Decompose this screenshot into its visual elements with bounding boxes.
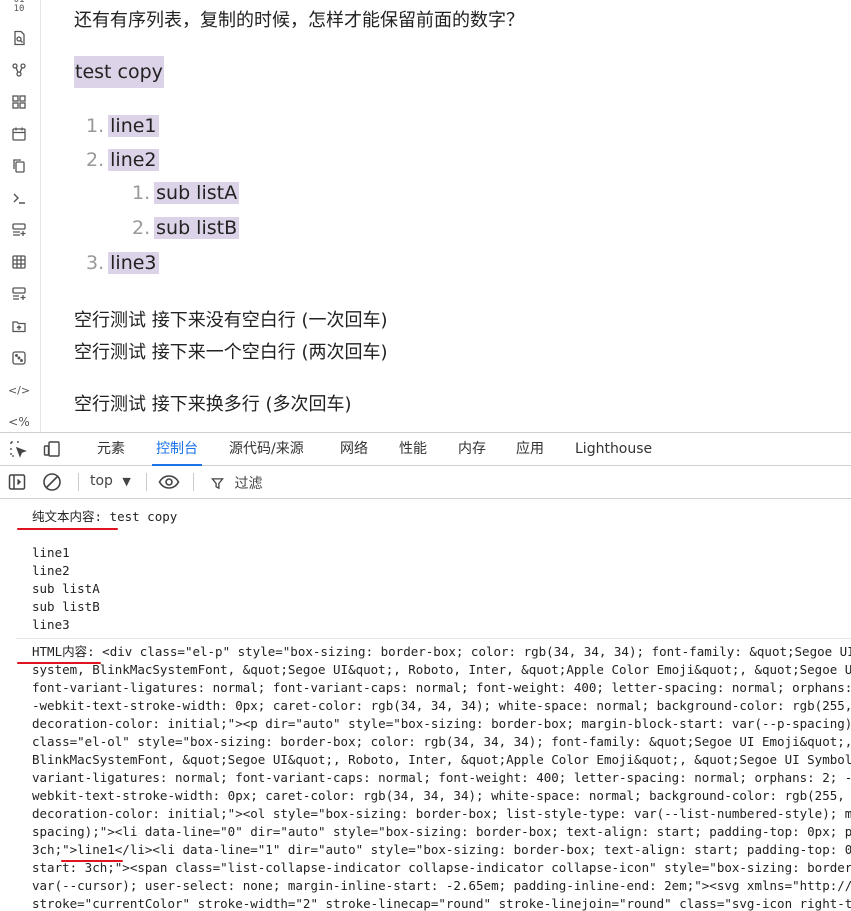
devtools-panel: 元素 控制台 源代码/来源 网络 性能 内存 应用 Lighthouse top… [0, 432, 851, 911]
html-line: system, BlinkMacSystemFont, &quot;Segoe … [32, 662, 851, 677]
html-line: webkit-text-stroke-width: 0px; caret-col… [32, 788, 851, 803]
terminal-icon[interactable] [10, 189, 28, 207]
html-line: var(--cursor); user-select: none; margin… [32, 878, 851, 893]
tab-performance[interactable]: 性能 [399, 433, 427, 465]
calendar-icon[interactable] [10, 125, 28, 143]
list-item: 1. line1 [86, 110, 159, 142]
html-line: 3ch;">line1</li><li data-line="1" dir="a… [32, 842, 851, 857]
plain-text-label: 纯文本内容: [32, 509, 103, 524]
list-item: 3. line3 [86, 247, 159, 279]
file-search-icon[interactable] [10, 29, 28, 47]
list-text: line1 [108, 115, 159, 137]
list-item: 2. line2 [86, 144, 159, 176]
console-toolbar: top ▼ 过滤 [0, 466, 851, 499]
tab-sources[interactable]: 源代码/来源 [229, 433, 304, 465]
context-selector[interactable]: top ▼ [90, 473, 131, 489]
empty-line-test-2: 空行测试 接下来一个空白行 (两次回车) [74, 342, 388, 363]
toolbar-divider [193, 473, 194, 491]
insert-below-icon[interactable] [10, 221, 28, 239]
plain-line: sub listB [32, 599, 100, 614]
html-line: class="el-ol" style="box-sizing: border-… [32, 734, 851, 749]
list-number: 3. [86, 252, 105, 274]
tab-memory[interactable]: 内存 [458, 433, 486, 465]
html-line: -webkit-text-stroke-width: 0px; caret-co… [32, 698, 851, 713]
list-text: line2 [108, 149, 159, 171]
list-text: line3 [108, 252, 159, 274]
live-expression-eye-icon[interactable] [158, 472, 180, 496]
device-toolbar-icon[interactable] [43, 440, 61, 458]
tab-network[interactable]: 网络 [340, 433, 368, 465]
tab-lighthouse[interactable]: Lighthouse [575, 433, 652, 465]
toolbar-divider [146, 473, 147, 491]
list-number: 2. [132, 217, 151, 239]
graph-icon[interactable] [10, 61, 28, 79]
empty-line-test-1: 空行测试 接下来没有空白行 (一次回车) [74, 310, 388, 331]
list-number: 1. [86, 115, 105, 137]
dice-icon[interactable] [10, 349, 28, 367]
toolbar-divider [78, 473, 79, 491]
html-line: decoration-color: initial;"><p dir="auto… [32, 716, 851, 731]
empty-line-test-3: 空行测试 接下来换多行 (多次回车) [74, 394, 352, 415]
filter-input[interactable]: 过滤 [211, 473, 262, 494]
question-text: 还有有序列表，复制的时候，怎样才能保留前面的数字？ [74, 10, 524, 31]
html-line: stroke="currentColor" stroke-width="2" s… [32, 896, 851, 911]
left-ribbon: 01 10 </> <% [0, 0, 41, 432]
list-text: sub listA [154, 182, 240, 204]
list-number: 1. [132, 182, 151, 204]
apps-icon[interactable] [10, 93, 28, 111]
console-message-html: HTML内容: <div class="el-p" style="box-siz… [32, 643, 851, 661]
insert-block-icon[interactable] [10, 285, 28, 303]
plain-line: sub listA [32, 581, 100, 596]
html-content-label: HTML内容: [32, 644, 95, 659]
plain-line: line3 [32, 617, 70, 632]
context-label: top [90, 473, 113, 489]
list-item: 2. sub listB [132, 212, 240, 244]
console-message-divider [16, 638, 851, 639]
html-line: decoration-color: initial;"><ol style="b… [32, 806, 851, 821]
devtools-tabbar: 元素 控制台 源代码/来源 网络 性能 内存 应用 Lighthouse [0, 432, 851, 466]
list-item: 1. sub listA [132, 177, 240, 209]
html-line: start: 3ch;"><span class="list-collapse-… [32, 860, 851, 875]
tab-application[interactable]: 应用 [516, 433, 544, 465]
table-icon[interactable] [10, 253, 28, 271]
tab-elements[interactable]: 元素 [97, 433, 125, 465]
html-line: variant-ligatures: normal; font-variant-… [32, 770, 851, 785]
red-annotation-underline [17, 528, 118, 530]
html-line: <div class="el-p" style="box-sizing: bor… [102, 644, 851, 659]
console-message-plain: 纯文本内容: test copy [32, 508, 177, 526]
plain-line: line2 [32, 563, 70, 578]
sidebar-toggle-icon[interactable] [7, 472, 27, 496]
plain-line: line1 [32, 545, 70, 560]
list-number: 2. [86, 149, 105, 171]
percent-icon[interactable]: <% [8, 413, 29, 431]
code-icon[interactable]: </> [8, 381, 30, 399]
inspect-element-icon[interactable] [9, 440, 27, 458]
list-text: sub listB [154, 217, 240, 239]
outline-icon[interactable]: 01 10 [10, 0, 28, 14]
plain-text-first-line: test copy [102, 509, 178, 524]
filter-icon [211, 477, 224, 494]
tab-console[interactable]: 控制台 [152, 433, 202, 466]
copy-icon[interactable] [10, 157, 28, 175]
caret-down-icon: ▼ [122, 475, 131, 488]
console-output: 纯文本内容: test copy line1 line2 sub listA s… [0, 498, 851, 911]
filter-placeholder: 过滤 [234, 476, 263, 492]
clear-console-icon[interactable] [42, 472, 62, 496]
html-line: BlinkMacSystemFont, &quot;Segoe UI&quot;… [32, 752, 851, 767]
html-line: font-variant-ligatures: normal; font-var… [32, 680, 851, 695]
upload-icon[interactable] [10, 317, 28, 335]
paragraph-test-copy: test copy [74, 56, 164, 88]
html-line: spacing);"><li data-line="0" dir="auto" … [32, 824, 851, 839]
